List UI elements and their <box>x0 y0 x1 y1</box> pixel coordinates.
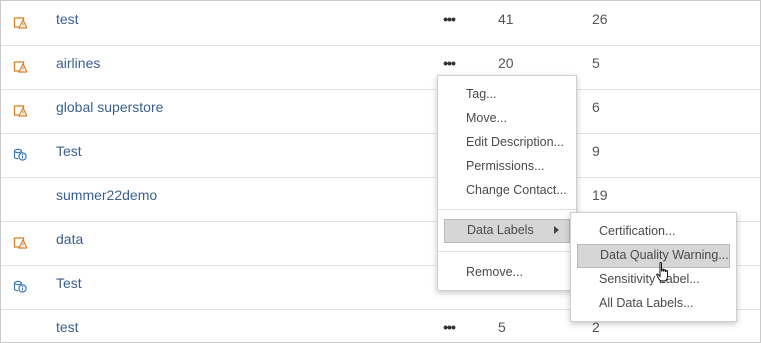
list-row: airlines ••• 20 5 <box>1 45 760 90</box>
more-actions-button[interactable]: ••• <box>438 309 460 342</box>
submenu-item-all-data-labels[interactable]: All Data Labels... <box>577 292 730 314</box>
menu-separator <box>438 209 576 210</box>
menu-item-tag[interactable]: Tag... <box>444 83 570 105</box>
submenu-item-certification[interactable]: Certification... <box>577 220 730 242</box>
item-name[interactable]: summer22demo <box>56 177 157 221</box>
submenu-arrow-icon <box>554 226 559 234</box>
workbook-alert-icon <box>13 59 28 73</box>
list-row: Test 9 <box>1 133 760 178</box>
menu-item-edit-description[interactable]: Edit Description... <box>444 131 570 153</box>
count-value: 6 <box>592 99 600 115</box>
workbook-alert-icon <box>13 235 28 249</box>
menu-item-permissions[interactable]: Permissions... <box>444 155 570 177</box>
item-name[interactable]: data <box>56 221 83 265</box>
workbook-alert-icon <box>13 103 28 117</box>
menu-item-change-contact[interactable]: Change Contact... <box>444 179 570 201</box>
menu-item-data-labels[interactable]: Data Labels <box>444 219 570 243</box>
menu-item-label: Data Labels <box>467 223 534 237</box>
count-value: 5 <box>592 55 600 71</box>
item-name[interactable]: global superstore <box>56 89 163 133</box>
datasource-info-icon <box>13 279 27 293</box>
count-value: 9 <box>592 143 600 159</box>
item-name[interactable]: test <box>56 309 79 342</box>
item-name[interactable]: test <box>56 1 79 45</box>
data-labels-submenu: Certification... Data Quality Warning...… <box>570 212 737 322</box>
count-value: 26 <box>592 11 608 27</box>
workbook-alert-icon <box>13 15 28 29</box>
item-name[interactable]: Test <box>56 265 82 309</box>
list-row: test ••• 41 26 <box>1 1 760 46</box>
submenu-item-data-quality-warning[interactable]: Data Quality Warning... <box>577 244 730 268</box>
item-name[interactable]: Test <box>56 133 82 177</box>
datasource-info-icon <box>13 147 27 161</box>
menu-item-move[interactable]: Move... <box>444 107 570 129</box>
list-row: global superstore 6 <box>1 89 760 134</box>
count-value: 41 <box>498 11 514 27</box>
submenu-item-sensitivity-label[interactable]: Sensitivity Label... <box>577 268 730 290</box>
menu-item-remove[interactable]: Remove... <box>444 261 570 283</box>
pointer-cursor-icon <box>656 262 672 284</box>
item-name[interactable]: airlines <box>56 45 100 89</box>
context-menu: Tag... Move... Edit Description... Permi… <box>437 75 577 291</box>
count-value: 5 <box>498 319 506 335</box>
more-actions-button[interactable]: ••• <box>438 1 460 45</box>
menu-separator <box>438 251 576 252</box>
